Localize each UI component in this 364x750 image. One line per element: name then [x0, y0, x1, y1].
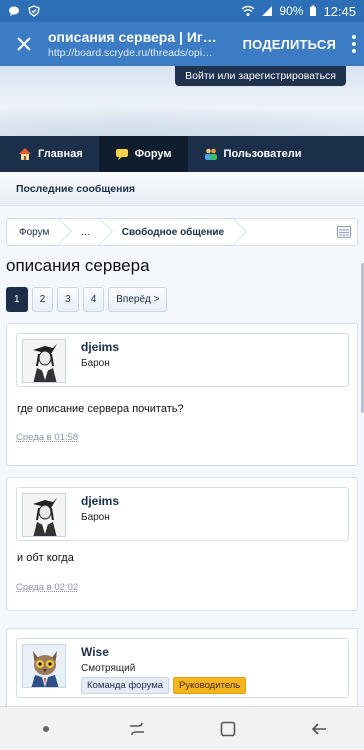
tab-title: описания сервера | Игро…: [48, 29, 220, 45]
post: djeims Барон где описание сервера почита…: [6, 323, 358, 466]
nav-item-label: Пользователи: [223, 148, 302, 160]
home-button[interactable]: [208, 709, 248, 749]
post-content: где описание сервера почитать?: [17, 403, 184, 415]
user-title: Барон: [81, 512, 110, 523]
recent-posts-link[interactable]: Последние сообщения: [16, 183, 135, 195]
wifi-icon: [241, 5, 255, 16]
back-arrow-icon: [311, 722, 326, 735]
jump-menu-icon[interactable]: [337, 226, 351, 238]
tab-url[interactable]: http://board.scryde.ru/threads/opi…: [48, 47, 218, 59]
site-banner: Войти или зарегистрироваться: [0, 66, 364, 136]
breadcrumb-current[interactable]: Свободное общение: [104, 219, 238, 245]
clock: 12:45: [323, 3, 356, 19]
close-tab-button[interactable]: [0, 22, 48, 66]
signal-icon: [262, 6, 273, 16]
main-nav: Главная Форум Пользователи: [0, 136, 364, 172]
nav-item-label: Форум: [134, 148, 172, 160]
username-link[interactable]: djeims: [81, 340, 119, 354]
recents-button[interactable]: [117, 709, 157, 749]
back-button[interactable]: [299, 709, 339, 749]
post: djeims Барон и обт когда Среда в 02:02: [6, 477, 358, 611]
page-link-4[interactable]: 4: [82, 287, 105, 312]
share-button[interactable]: ПОДЕЛИТЬСЯ: [237, 37, 344, 52]
home-dot-button[interactable]: [26, 709, 66, 749]
message-user-info: djeims Барон: [16, 333, 349, 387]
login-button[interactable]: Войти или зарегистрироваться: [175, 66, 346, 86]
witch-avatar-icon[interactable]: [22, 493, 66, 537]
users-icon: [204, 148, 217, 160]
pagination: 1 2 3 4 Вперёд >: [6, 287, 168, 312]
user-title: Смотрящий: [81, 663, 136, 674]
user-banner-lead: Руководитель: [173, 677, 247, 694]
dot-icon: [42, 725, 49, 732]
home-icon: [19, 148, 31, 160]
recents-icon: [129, 722, 144, 735]
subnav: Последние сообщения: [0, 172, 364, 206]
tab-titles: описания сервера | Игро… http://board.sc…: [48, 29, 237, 59]
breadcrumb-ellipsis[interactable]: ...: [63, 219, 103, 245]
battery-icon: [310, 5, 317, 16]
browser-toolbar: описания сервера | Игро… http://board.sc…: [0, 22, 364, 66]
home-square-icon: [220, 721, 235, 736]
post-date-link[interactable]: Среда в 01:58: [16, 432, 78, 443]
post: Wise Смотрящий Команда форума Руководите…: [6, 628, 358, 718]
username-link[interactable]: djeims: [81, 494, 119, 508]
nav-item-forum[interactable]: Форум: [98, 136, 188, 172]
message-user-info: Wise Смотрящий Команда форума Руководите…: [16, 638, 349, 698]
page-link-1[interactable]: 1: [6, 287, 28, 312]
nav-item-home[interactable]: Главная: [0, 136, 99, 172]
witch-avatar-icon[interactable]: [22, 339, 66, 383]
breadcrumb-forum[interactable]: Форум: [7, 219, 63, 245]
nav-item-label: Главная: [38, 148, 83, 160]
page-link-2[interactable]: 2: [31, 287, 54, 312]
user-banner-team: Команда форума: [81, 677, 170, 694]
post-date-link[interactable]: Среда в 02:02: [16, 582, 78, 593]
close-icon: [17, 37, 31, 51]
breadcrumb: Форум ... Свободное общение: [6, 218, 358, 246]
chat-icon: [9, 6, 19, 16]
page-title: описания сервера: [6, 256, 150, 275]
message-user-info: djeims Барон: [16, 487, 349, 541]
shield-check-icon: [28, 5, 40, 17]
next-page-button[interactable]: Вперёд >: [108, 287, 168, 312]
forum-icon: [115, 149, 128, 160]
system-nav-bar: [0, 706, 364, 750]
page-link-3[interactable]: 3: [57, 287, 79, 312]
username-link[interactable]: Wise: [81, 645, 109, 659]
battery-level: 90%: [279, 4, 304, 18]
status-bar: 90% 12:45: [0, 0, 364, 22]
owl-avatar-icon[interactable]: [22, 644, 66, 688]
nav-item-users[interactable]: Пользователи: [188, 136, 318, 172]
overflow-menu-icon[interactable]: [344, 22, 364, 66]
post-content: и обт когда: [17, 552, 74, 564]
user-title: Барон: [81, 358, 110, 369]
